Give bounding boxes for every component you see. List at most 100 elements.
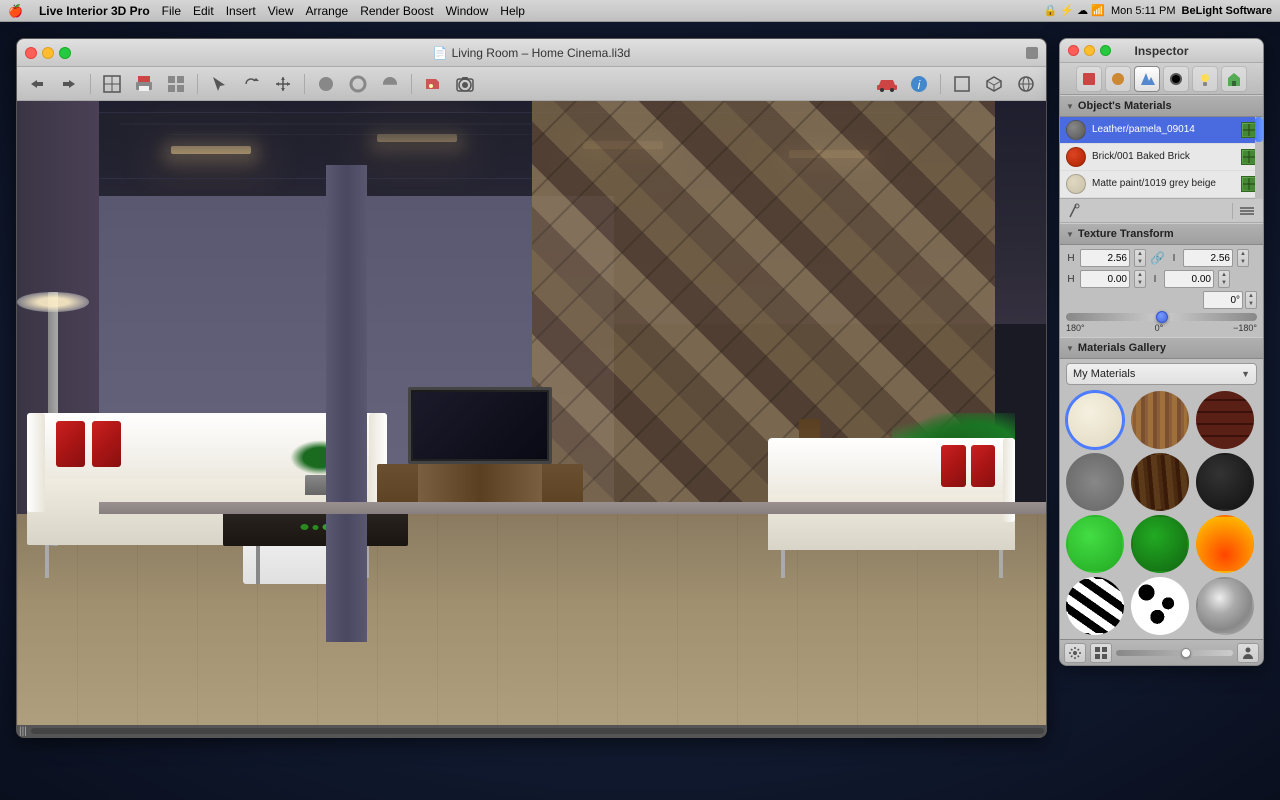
gallery-item-cream[interactable]	[1066, 391, 1124, 449]
inspector-minimize-button[interactable]	[1084, 45, 1095, 56]
car-view-button[interactable]	[873, 71, 901, 97]
inspector-tabs	[1060, 63, 1263, 95]
tab-house[interactable]	[1221, 66, 1247, 92]
menu-insert[interactable]: Insert	[226, 4, 256, 18]
gallery-item-wood-dark[interactable]	[1131, 453, 1189, 511]
inspector-close-button[interactable]	[1068, 45, 1079, 56]
offset-x-up[interactable]: ▲	[1135, 271, 1145, 279]
gallery-item-fire[interactable]	[1196, 515, 1254, 573]
offset-x-input[interactable]: 0.00	[1080, 270, 1130, 288]
tab-light[interactable]	[1192, 66, 1218, 92]
offset-y-stepper[interactable]: ▲ ▼	[1218, 270, 1230, 288]
menu-help[interactable]: Help	[500, 4, 525, 18]
viewport-scrollbar[interactable]: |||	[17, 725, 1046, 737]
gallery-item-zebra[interactable]	[1066, 577, 1124, 635]
nav-forward-button[interactable]	[55, 71, 83, 97]
viewport[interactable]: |||	[17, 101, 1046, 737]
material-item-3[interactable]: Matte paint/1019 grey beige	[1060, 171, 1263, 198]
view-options-button[interactable]	[162, 71, 190, 97]
chain-link-icon[interactable]: 🔗	[1150, 251, 1165, 265]
nav-back-button[interactable]	[23, 71, 51, 97]
ring-tool[interactable]	[344, 71, 372, 97]
scale-y-input[interactable]: 2.56	[1183, 249, 1233, 267]
inspector-grid-button[interactable]	[1090, 643, 1112, 663]
rotation-input[interactable]: 0°	[1203, 291, 1243, 309]
offset-y-down[interactable]: ▼	[1219, 279, 1229, 287]
menu-app[interactable]: Live Interior 3D Pro	[39, 4, 150, 18]
inspector-zoom-slider[interactable]	[1116, 650, 1233, 656]
rotation-up[interactable]: ▲	[1246, 292, 1256, 300]
screenshot-button[interactable]	[451, 71, 479, 97]
floorplan-button[interactable]	[98, 71, 126, 97]
pillow-1	[56, 421, 85, 467]
inspector-person-button[interactable]	[1237, 643, 1259, 663]
scale-y-up[interactable]: ▲	[1238, 250, 1248, 258]
tab-object[interactable]	[1076, 66, 1102, 92]
scale-x-stepper[interactable]: ▲ ▼	[1134, 249, 1146, 267]
info-button[interactable]: i	[905, 71, 933, 97]
toolbar-sep-2	[197, 74, 198, 94]
rotate-tool[interactable]	[237, 71, 265, 97]
gallery-item-green-bright[interactable]	[1066, 515, 1124, 573]
scale-x-down[interactable]: ▼	[1135, 258, 1145, 266]
objects-materials-title: Object's Materials	[1078, 100, 1172, 112]
window-minimize-button[interactable]	[42, 47, 54, 59]
menu-view[interactable]: View	[268, 4, 294, 18]
section-arrow-materials: ▼	[1066, 102, 1074, 111]
offset-x-down[interactable]: ▼	[1135, 279, 1145, 287]
material-options-button[interactable]	[1237, 201, 1257, 221]
toolbar-sep-3	[304, 74, 305, 94]
scale-x-input[interactable]: 2.56	[1080, 249, 1130, 267]
tab-texture[interactable]	[1134, 66, 1160, 92]
pillow-2	[92, 421, 121, 467]
gallery-dropdown[interactable]: My Materials ▼	[1066, 363, 1257, 385]
inspector-maximize-button[interactable]	[1100, 45, 1111, 56]
window-resize-icon[interactable]	[1026, 47, 1038, 59]
materials-scrollbar[interactable]	[1255, 117, 1263, 199]
view-2d-button[interactable]	[948, 71, 976, 97]
scale-y-down[interactable]: ▼	[1238, 258, 1248, 266]
offset-y-input[interactable]: 0.00	[1164, 270, 1214, 288]
menu-arrange[interactable]: Arrange	[306, 4, 349, 18]
menu-edit[interactable]: Edit	[193, 4, 214, 18]
half-sphere-tool[interactable]	[376, 71, 404, 97]
scrollbar-track[interactable]	[31, 728, 1044, 734]
inspector-settings-button[interactable]	[1064, 643, 1086, 663]
gallery-item-wood-light[interactable]	[1131, 391, 1189, 449]
scale-y-stepper[interactable]: ▲ ▼	[1237, 249, 1249, 267]
toolbar-sep-1	[90, 74, 91, 94]
select-tool[interactable]	[205, 71, 233, 97]
camera-path-button[interactable]	[419, 71, 447, 97]
rotation-label-min: 180°	[1066, 323, 1085, 333]
gallery-item-brick[interactable]	[1196, 391, 1254, 449]
print-button[interactable]	[130, 71, 158, 97]
menu-window[interactable]: Window	[446, 4, 489, 18]
tab-color[interactable]	[1105, 66, 1131, 92]
material-item-2[interactable]: Brick/001 Baked Brick	[1060, 144, 1263, 171]
move-tool[interactable]	[269, 71, 297, 97]
gallery-item-chrome[interactable]	[1196, 577, 1254, 635]
menu-file[interactable]: File	[162, 4, 181, 18]
material-item-1[interactable]: Leather/pamela_09014	[1060, 117, 1263, 144]
wand-tool[interactable]	[1066, 201, 1086, 221]
offset-y-up[interactable]: ▲	[1219, 271, 1229, 279]
rotation-stepper[interactable]: ▲ ▼	[1245, 291, 1257, 309]
gallery-item-black[interactable]	[1196, 453, 1254, 511]
rotation-slider-track[interactable]	[1066, 313, 1257, 321]
rotation-slider-thumb[interactable]	[1156, 311, 1168, 323]
view-3d-button[interactable]	[1012, 71, 1040, 97]
gallery-item-spots[interactable]	[1131, 577, 1189, 635]
window-close-button[interactable]	[25, 47, 37, 59]
window-maximize-button[interactable]	[59, 47, 71, 59]
menu-render[interactable]: Render Boost	[360, 4, 433, 18]
view-iso-button[interactable]	[980, 71, 1008, 97]
rotation-down[interactable]: ▼	[1246, 300, 1256, 308]
offset-x-stepper[interactable]: ▲ ▼	[1134, 270, 1146, 288]
tab-material[interactable]	[1163, 66, 1189, 92]
rotation-slider-row: 180° 0° −180°	[1066, 313, 1257, 333]
gallery-item-green-dark[interactable]	[1131, 515, 1189, 573]
gallery-item-concrete[interactable]	[1066, 453, 1124, 511]
scale-x-up[interactable]: ▲	[1135, 250, 1145, 258]
sphere-tool[interactable]	[312, 71, 340, 97]
apple-menu[interactable]: 🍎	[8, 4, 23, 18]
